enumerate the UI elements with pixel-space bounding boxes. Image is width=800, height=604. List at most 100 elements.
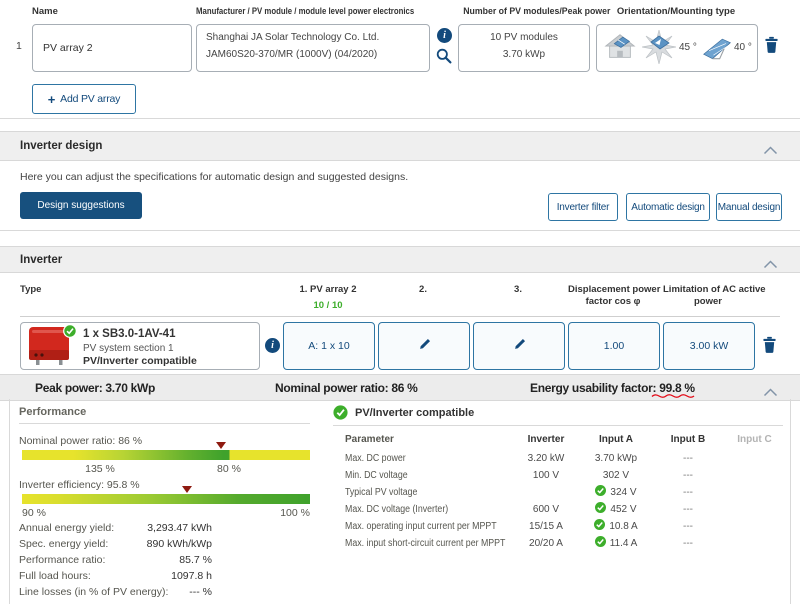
orientation-box[interactable]: 45 ° 40 ° xyxy=(596,24,758,72)
stat-value: 890 kWh/kWp xyxy=(146,538,212,550)
collapse-chevron-icon[interactable] xyxy=(763,256,778,274)
design-suggestions-button[interactable]: Design suggestions xyxy=(20,192,142,219)
ac-limit-value: 3.00 kW xyxy=(689,340,729,352)
compat-row: Typical PV voltage 324 V --- xyxy=(345,485,693,499)
nominal-power-ratio-bar xyxy=(22,450,310,460)
compatibility-title: PV/Inverter compatible xyxy=(355,407,475,419)
stat-label: Full load hours: xyxy=(19,570,91,582)
module-info-icon[interactable]: i xyxy=(437,28,452,43)
manufacturer-line: Shanghai JA Solar Technology Co. Ltd. xyxy=(206,32,380,43)
ac-limit-box[interactable]: 3.00 kW xyxy=(663,322,755,370)
stat-label: Annual energy yield: xyxy=(19,522,115,534)
automatic-design-button[interactable]: Automatic design xyxy=(626,193,710,221)
col-header-orientation: Orientation/Mounting type xyxy=(616,6,736,17)
tilt-value: 40 ° xyxy=(734,42,752,53)
compatible-check-icon xyxy=(333,405,348,425)
bar1-tick-135: 135 % xyxy=(85,463,115,475)
array1-string-count: 10 / 10 xyxy=(313,300,343,311)
col-header-modules: Number of PV modules/Peak power xyxy=(463,6,611,17)
azimuth-compass-icon xyxy=(641,29,677,69)
modules-count-box[interactable]: 10 PV modules 3.70 kWp xyxy=(458,24,590,72)
compatibility-status: PV/Inverter compatible xyxy=(83,355,197,367)
col-header-manufacturer: Manufacturer / PV module / module level … xyxy=(196,6,415,17)
pv-design-screen: Name Manufacturer / PV module / module l… xyxy=(0,0,800,604)
pencil-icon xyxy=(418,338,431,354)
input-a-config: A: 1 x 10 xyxy=(308,340,350,352)
inverter-info-icon[interactable]: i xyxy=(265,338,280,353)
azimuth-value: 45 ° xyxy=(679,42,697,53)
bar1-marker xyxy=(216,442,226,449)
compat-row: Max. operating input current per MPPT 15… xyxy=(345,519,693,533)
input-a-config-box[interactable]: A: 1 x 10 xyxy=(283,322,375,370)
pv-array-name-input[interactable] xyxy=(33,25,191,71)
add-pv-array-button[interactable]: + Add PV array xyxy=(32,84,136,114)
plus-icon: + xyxy=(47,91,56,107)
pv-array-name-box xyxy=(32,24,192,72)
stat-value: --- % xyxy=(189,586,212,598)
collapse-chevron-icon[interactable] xyxy=(763,142,778,160)
manual-design-button[interactable]: Manual design xyxy=(716,193,782,221)
delete-pv-array-icon[interactable] xyxy=(764,36,779,58)
bar1-label: Nominal power ratio: 86 % xyxy=(19,435,143,447)
inverter-efficiency-bar xyxy=(22,494,310,504)
tilt-panel-icon xyxy=(701,34,733,67)
collapse-chevron-icon[interactable] xyxy=(763,384,778,402)
peak-power: 3.70 kWp xyxy=(502,49,546,60)
add-pv-array-label: Add PV array xyxy=(60,93,121,105)
inverter-design-header[interactable]: Inverter design xyxy=(0,131,800,161)
inverter-header[interactable]: Inverter xyxy=(0,246,800,273)
compat-row: Max. DC power 3.20 kW 3.70 kWp --- xyxy=(345,452,693,464)
nominal-ratio-summary: Nominal power ratio: 86 % xyxy=(275,380,418,395)
pencil-icon xyxy=(513,338,526,354)
stat-value: 1097.8 h xyxy=(171,570,212,582)
inverter-design-title: Inverter design xyxy=(20,140,103,152)
check-icon xyxy=(595,502,607,516)
compat-header-row: Parameter Inverter Input A Input B Input… xyxy=(345,433,772,445)
compat-row: Max. input short-circuit current per MPP… xyxy=(345,536,693,550)
modules-count: 10 PV modules xyxy=(490,32,558,43)
stat-value: 85.7 % xyxy=(179,554,212,566)
inverter-selector[interactable]: 1 x SB3.0-1AV-41 PV system section 1 PV/… xyxy=(20,322,260,370)
module-search-icon[interactable] xyxy=(436,48,452,69)
array2-edit-box[interactable] xyxy=(378,322,470,370)
inverter-design-description: Here you can adjust the specifications f… xyxy=(20,171,409,183)
col-header-ac-limit: Limitation of AC active power xyxy=(663,284,766,307)
array3-edit-box[interactable] xyxy=(473,322,565,370)
stat-value: 3,293.47 kWh xyxy=(147,522,212,534)
bar2-tick-90: 90 % xyxy=(22,507,46,519)
pv-system-section: PV system section 1 xyxy=(83,343,174,354)
stat-label: Spec. energy yield: xyxy=(19,538,109,550)
bar2-marker xyxy=(182,486,192,493)
check-icon xyxy=(594,536,606,550)
compatible-check-icon xyxy=(63,324,77,343)
energy-usability-summary: Energy usability factor: 99.8 % xyxy=(530,381,739,398)
col-header-array3: 3. xyxy=(514,284,522,295)
check-icon xyxy=(595,485,607,499)
peak-power-summary: Peak power: 3.70 kWp xyxy=(35,380,156,395)
red-squiggle-underline xyxy=(651,393,695,398)
col-header-name: Name xyxy=(32,6,58,17)
inverter-title: Inverter xyxy=(20,253,63,266)
roof-house-icon xyxy=(603,30,637,69)
compat-row: Max. DC voltage (Inverter) 600 V 452 V -… xyxy=(345,502,693,516)
compat-row: Min. DC voltage 100 V 302 V --- xyxy=(345,469,693,481)
cos-phi-value: 1.00 xyxy=(603,340,625,352)
delete-inverter-icon[interactable] xyxy=(762,336,777,358)
bar2-tick-100: 100 % xyxy=(280,507,310,519)
col-header-array1: 1. PV array 2 xyxy=(299,284,357,295)
performance-title: Performance xyxy=(19,406,87,418)
pv-module-selector[interactable]: Shanghai JA Solar Technology Co. Ltd. JA… xyxy=(196,24,430,72)
check-icon xyxy=(594,519,606,533)
inverter-filter-button[interactable]: Inverter filter xyxy=(548,193,618,221)
inverter-summary-bar: Peak power: 3.70 kWp Nominal power ratio… xyxy=(0,374,800,401)
row-index: 1 xyxy=(16,40,22,52)
module-line: JAM60S20-370/MR (1000V) (04/2020) xyxy=(206,49,378,60)
bar1-tick-80: 80 % xyxy=(217,463,241,475)
col-header-cosphi: Displacement power factor cos φ xyxy=(568,284,661,307)
cos-phi-box[interactable]: 1.00 xyxy=(568,322,660,370)
col-header-array2: 2. xyxy=(419,284,427,295)
col-header-type: Type xyxy=(20,284,42,295)
stat-label: Performance ratio: xyxy=(19,554,106,566)
bar2-label: Inverter efficiency: 95.8 % xyxy=(19,479,140,491)
inverter-name: 1 x SB3.0-1AV-41 xyxy=(83,328,176,340)
